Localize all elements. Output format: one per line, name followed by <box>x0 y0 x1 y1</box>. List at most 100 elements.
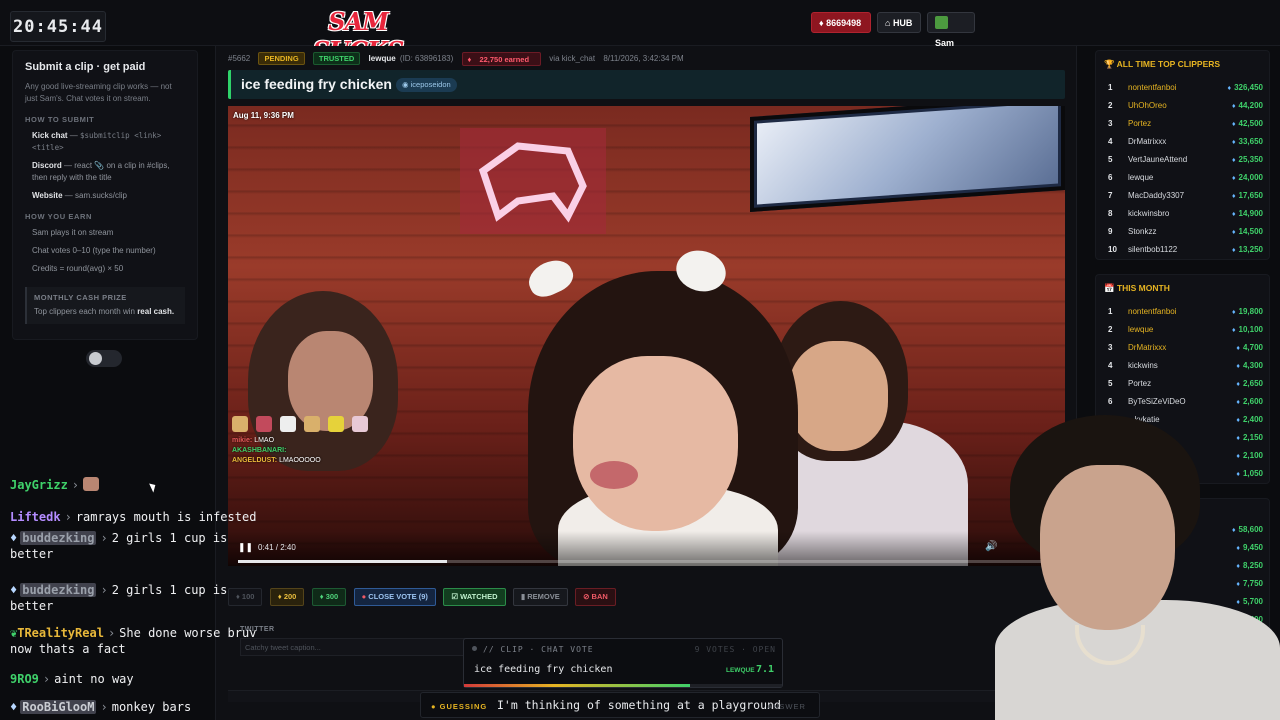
leaderboard-row[interactable]: 3 DrMatrixxx ♦ 4,700 <box>1108 339 1263 357</box>
gem-icon: ♦ <box>1231 229 1236 236</box>
leaderboard-name: silentbob1122 <box>1128 245 1178 254</box>
leaderboard-rank: 2 <box>1108 325 1113 334</box>
leaderboard-value-text: 10,100 <box>1238 325 1263 334</box>
hub-button[interactable]: ⌂ HUB <box>877 12 921 33</box>
chat-message: ♦ buddezking › 2 girls 1 cup is better <box>10 530 270 562</box>
stream-chat: JayGrizz › Liftedk › ramrays mouth is infes… <box>10 477 270 720</box>
leaderboard-row[interactable]: 4 kickwins ♦ 4,300 <box>1108 357 1263 375</box>
dot-icon: ● <box>431 702 440 711</box>
remove-button[interactable]: ▮ REMOVE <box>512 588 568 606</box>
award-200-button[interactable]: ♦ 200 <box>269 588 305 606</box>
gem-badge-icon: ♦ <box>10 583 18 597</box>
leaderboard-name: Portez <box>1128 119 1152 128</box>
emote-icon <box>83 477 100 491</box>
leaderboard-row[interactable]: 8 kickwinsbro ♦ 14,900 <box>1108 205 1263 223</box>
leaderboard-rank: 10 <box>1108 245 1117 254</box>
chat-username[interactable]: JayGrizz <box>10 478 68 492</box>
seek-bar[interactable] <box>238 560 1055 563</box>
gem-icon: ♦ <box>1231 211 1236 218</box>
overlay-chat-user: AKASHBANARI: <box>232 447 287 454</box>
award-300-button[interactable]: ♦ 300 <box>311 588 347 606</box>
guessing-prompt: I'm thinking of something at a playgroun… <box>497 698 781 712</box>
face-right <box>788 341 888 451</box>
hub-label: HUB <box>892 18 913 28</box>
gem-icon: ♦ <box>1231 175 1236 182</box>
gem-icon: ♦ <box>1236 399 1240 406</box>
leaderboard-value-text: 19,800 <box>1238 307 1263 316</box>
chevron-right-icon: › <box>100 583 108 597</box>
leaderboard-row[interactable]: 1 nontentfanboi ♦ 326,450 <box>1108 79 1263 97</box>
leaderboard-value: ♦ 42,500 <box>1232 115 1263 134</box>
leaderboard-value: ♦ 14,500 <box>1232 223 1263 242</box>
leaderboard-value: ♦ 24,000 <box>1232 169 1263 188</box>
leaderboard-row[interactable]: 9 Stonkzz ♦ 14,500 <box>1108 223 1263 241</box>
site-logo[interactable]: SAM SUCKS <box>305 4 411 65</box>
kick-chat-label: Kick chat <box>32 131 68 140</box>
gem-icon: ♦ <box>1231 121 1236 128</box>
mouth <box>590 461 638 489</box>
leaderboard-row[interactable]: 4 DrMatrixxx ♦ 33,650 <box>1108 133 1263 151</box>
leaderboard-row[interactable]: 1 nontentfanboi ♦ 19,800 <box>1108 303 1263 321</box>
leaderboard-name: lewque <box>1128 325 1154 334</box>
chat-username[interactable]: TRealityReal <box>17 626 104 640</box>
how-you-earn-heading: HOW YOU EARN <box>25 212 93 221</box>
website-link[interactable]: — sam.sucks/clip <box>65 191 127 200</box>
chat-username[interactable]: RooBiGlooM <box>20 700 97 714</box>
streamer-tag[interactable]: ◉ iceposeidon <box>396 78 457 92</box>
video-player[interactable]: Aug 11, 9:36 PM mikie: LMAO AKASHBANARI:… <box>228 106 1065 566</box>
tweet-caption-input[interactable]: Catchy tweet caption... <box>240 638 480 656</box>
gem-badge-icon: ♦ <box>10 700 18 714</box>
leaderboard-value-text: 4,700 <box>1242 343 1263 352</box>
gems-balance-button[interactable]: ♦ 8669498 <box>811 12 871 33</box>
ban-button[interactable]: ⊘ BAN <box>575 588 616 606</box>
submitter-name[interactable]: lewque <box>369 54 396 63</box>
leaderboard-name: MacDaddy3307 <box>1128 191 1185 200</box>
chevron-right-icon: › <box>64 510 72 524</box>
watched-button[interactable]: ☑ WATCHED <box>443 588 506 606</box>
submitter-id: (ID: 63896183) <box>399 54 454 64</box>
user-menu-button[interactable]: Sam <box>927 12 975 48</box>
theme-toggle[interactable] <box>86 350 122 367</box>
chat-message: Liftedk › ramrays mouth is infested <box>10 509 270 525</box>
webcam-face <box>1040 465 1175 630</box>
leaderboard-value: ♦ 4,300 <box>1236 357 1263 376</box>
leaderboard-name: VertJauneAttend <box>1128 155 1188 164</box>
guessing-label-text: GUESSING <box>439 702 488 711</box>
gem-icon: ♦ <box>1231 157 1236 164</box>
leaderboard-name: kickwinsbro <box>1128 209 1170 218</box>
gem-icon: ♦ <box>1231 327 1236 334</box>
leaderboard-row[interactable]: 6 lewque ♦ 24,000 <box>1108 169 1263 187</box>
chat-username[interactable]: Liftedk <box>10 510 61 524</box>
leaderboard-row[interactable]: 7 MacDaddy3307 ♦ 17,650 <box>1108 187 1263 205</box>
emote-icon <box>256 416 272 432</box>
chat-text: ramrays mouth is infested <box>75 510 257 524</box>
vote-score: 7.1 <box>756 664 775 675</box>
all-time-title-text: ALL TIME TOP CLIPPERS <box>1116 59 1221 69</box>
leaderboard-row[interactable]: 2 UhOhOreo ♦ 44,200 <box>1108 97 1263 115</box>
gem-icon: ♦ <box>1236 345 1240 352</box>
chat-username[interactable]: buddezking <box>20 531 97 545</box>
chat-username[interactable]: buddezking <box>20 583 97 597</box>
leaderboard-row[interactable]: 2 lewque ♦ 10,100 <box>1108 321 1263 339</box>
gem-icon: ♦ <box>467 54 474 64</box>
close-vote-button[interactable]: ● CLOSE VOTE (9) <box>353 588 436 606</box>
leaderboard-name: lewque <box>1128 173 1154 182</box>
leaderboard-value-text: 2,600 <box>1242 397 1263 406</box>
leaderboard-row[interactable]: 10 silentbob1122 ♦ 13,250 <box>1108 241 1263 259</box>
cash-prize-box: MONTHLY CASH PRIZE Top clippers each mon… <box>25 287 185 324</box>
leaderboard-row[interactable]: 5 VertJauneAttend ♦ 25,350 <box>1108 151 1263 169</box>
leaderboard-row[interactable]: 3 Portez ♦ 42,500 <box>1108 115 1263 133</box>
earned-badge: ♦ 22,750 earned <box>461 52 542 66</box>
home-icon: ⌂ <box>885 18 893 28</box>
leaderboard-row[interactable]: 6 ByTeSiZeViDeO ♦ 2,600 <box>1108 393 1263 411</box>
clip-meta-row: #5662 PENDING TRUSTED lewque (ID: 638961… <box>228 52 690 66</box>
submission-datetime: 8/11/2026, 3:42:34 PM <box>603 54 684 64</box>
leaderboard-value: ♦ 19,800 <box>1232 303 1263 322</box>
chat-text: monkey bars <box>111 700 192 714</box>
leaderboard-name: DrMatrixxx <box>1128 343 1167 352</box>
leaderboard-row[interactable]: 5 Portez ♦ 2,650 <box>1108 375 1263 393</box>
gem-icon: ♦ <box>1231 139 1236 146</box>
chat-username[interactable]: 9RO9 <box>10 672 39 686</box>
chat-vote-widget: // CLIP · CHAT VOTE 9 VOTES · OPEN ice f… <box>463 638 783 688</box>
leaderboard-value-text: 13,250 <box>1238 245 1263 254</box>
